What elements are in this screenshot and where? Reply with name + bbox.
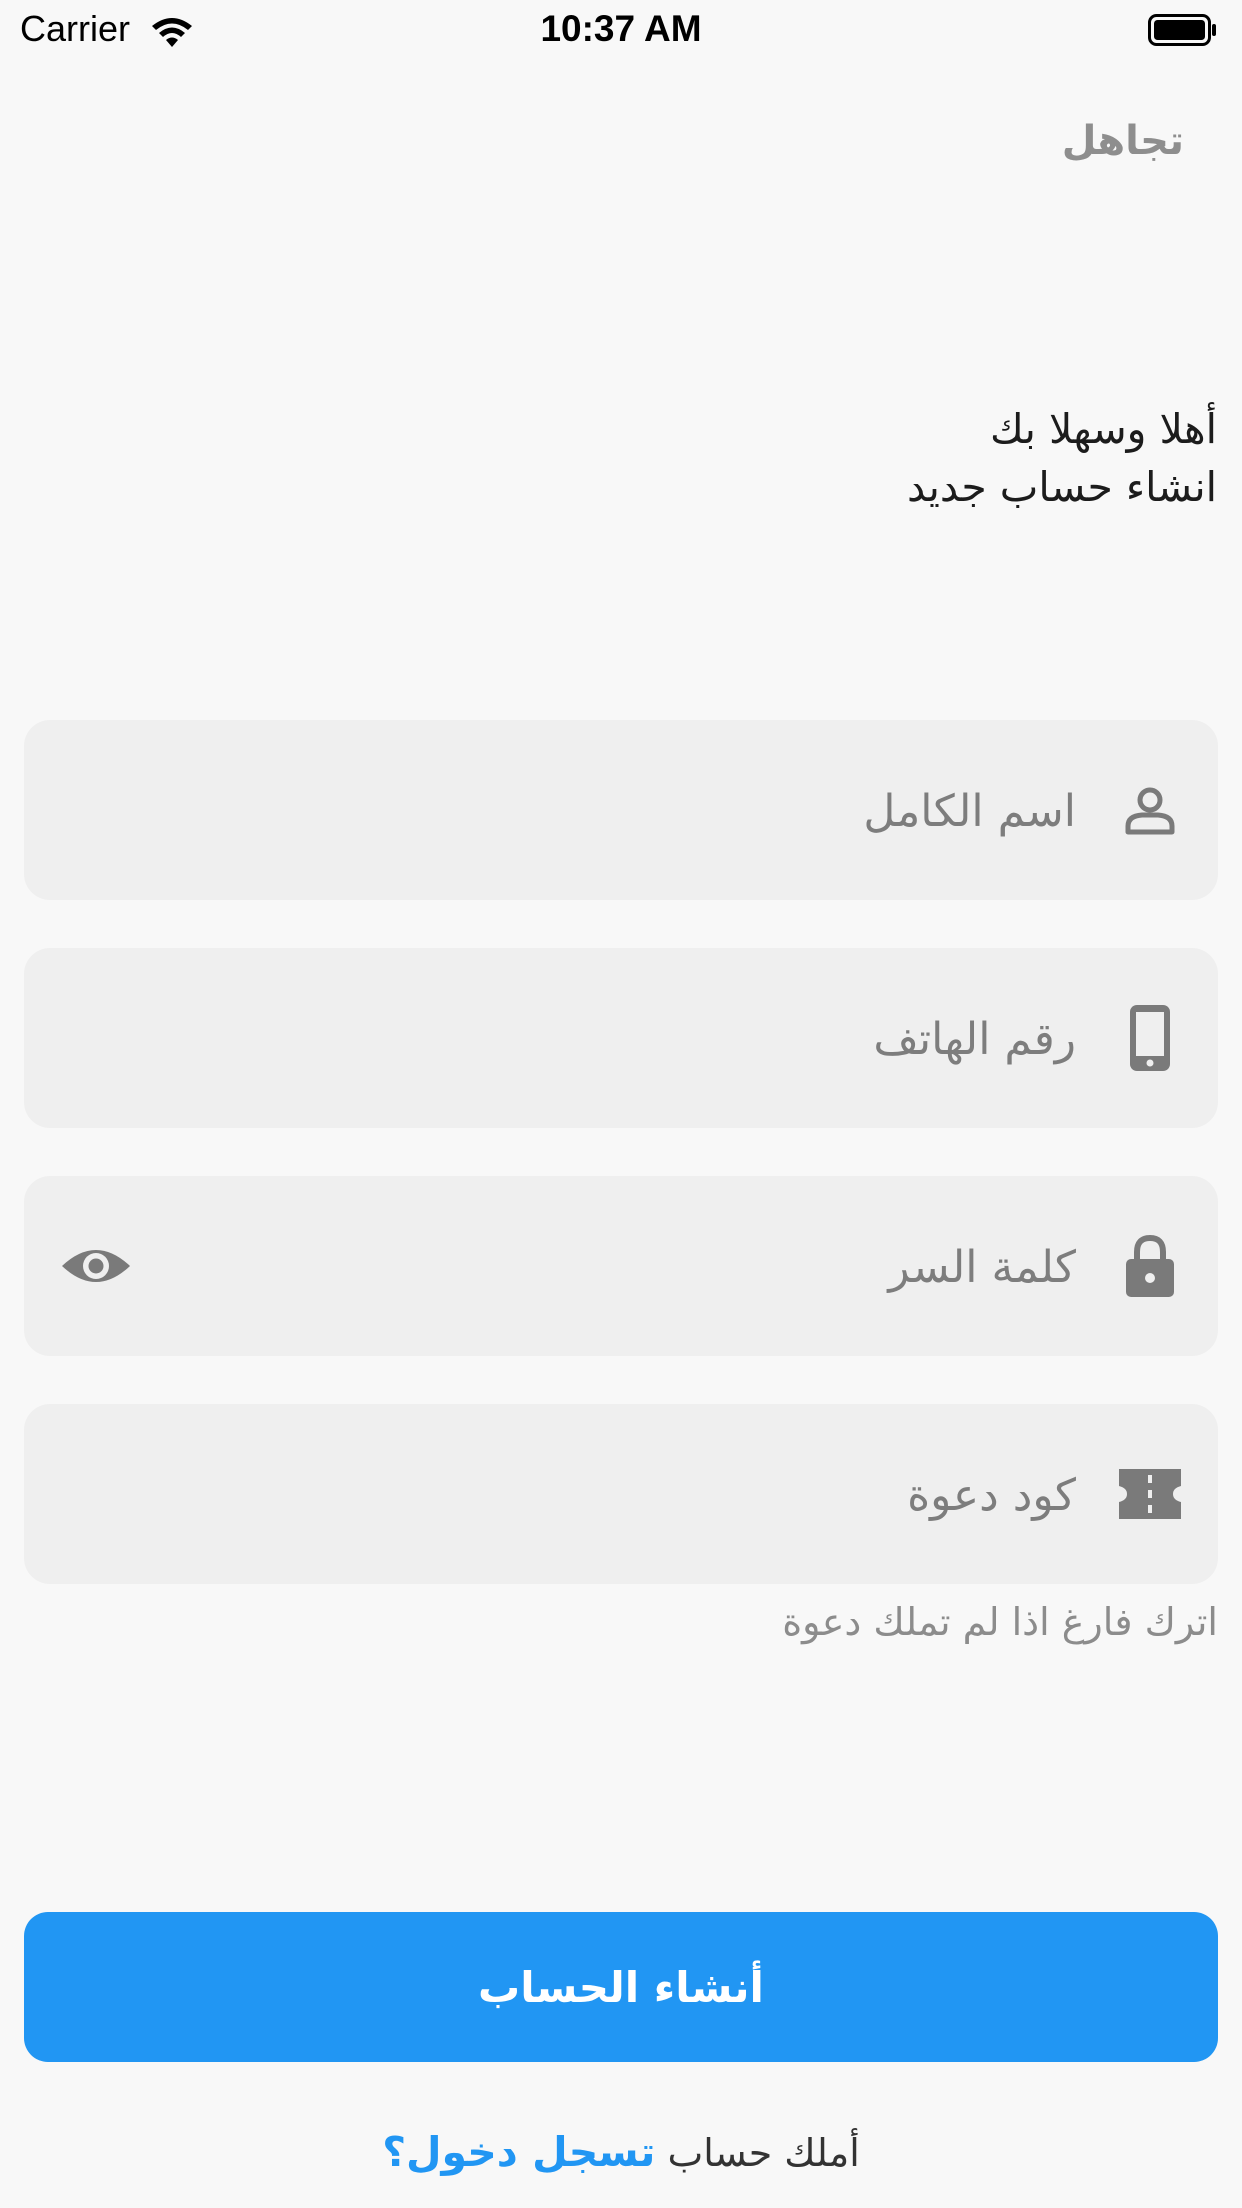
full-name-field[interactable] xyxy=(24,720,1218,902)
eye-icon[interactable] xyxy=(60,1242,132,1290)
phone-field[interactable] xyxy=(24,948,1218,1130)
invite-code-field[interactable] xyxy=(24,1404,1218,1586)
person-icon xyxy=(1118,770,1182,850)
lock-icon xyxy=(1118,1226,1182,1306)
full-name-input[interactable] xyxy=(74,720,1078,902)
invite-hint: اترك فارغ اذا لم تملك دعوة xyxy=(782,1600,1218,1644)
ticket-icon xyxy=(1118,1454,1182,1534)
login-prompt: أملك حساب تسجل دخول؟ xyxy=(0,2128,1242,2176)
welcome-title: أهلا وسهلا بك xyxy=(989,405,1217,453)
invite-code-input[interactable] xyxy=(74,1404,1078,1586)
phone-icon xyxy=(1118,998,1182,1078)
create-account-button[interactable]: أنشاء الحساب xyxy=(24,1912,1218,2062)
welcome-text: أهلا وسهلا بك انشاء حساب جديد xyxy=(907,400,1217,516)
status-bar: Carrier 10:37 AM xyxy=(0,0,1242,64)
password-field[interactable] xyxy=(24,1176,1218,1358)
clock: 10:37 AM xyxy=(540,8,702,49)
skip-button[interactable]: تجاهل xyxy=(1062,118,1184,164)
have-account-text: أملك حساب xyxy=(655,2131,860,2175)
phone-input[interactable] xyxy=(74,948,1078,1130)
welcome-subtitle: انشاء حساب جديد xyxy=(906,463,1217,511)
login-link[interactable]: تسجل دخول؟ xyxy=(382,2128,655,2176)
battery-icon xyxy=(1148,14,1216,46)
password-input[interactable] xyxy=(74,1176,1078,1358)
